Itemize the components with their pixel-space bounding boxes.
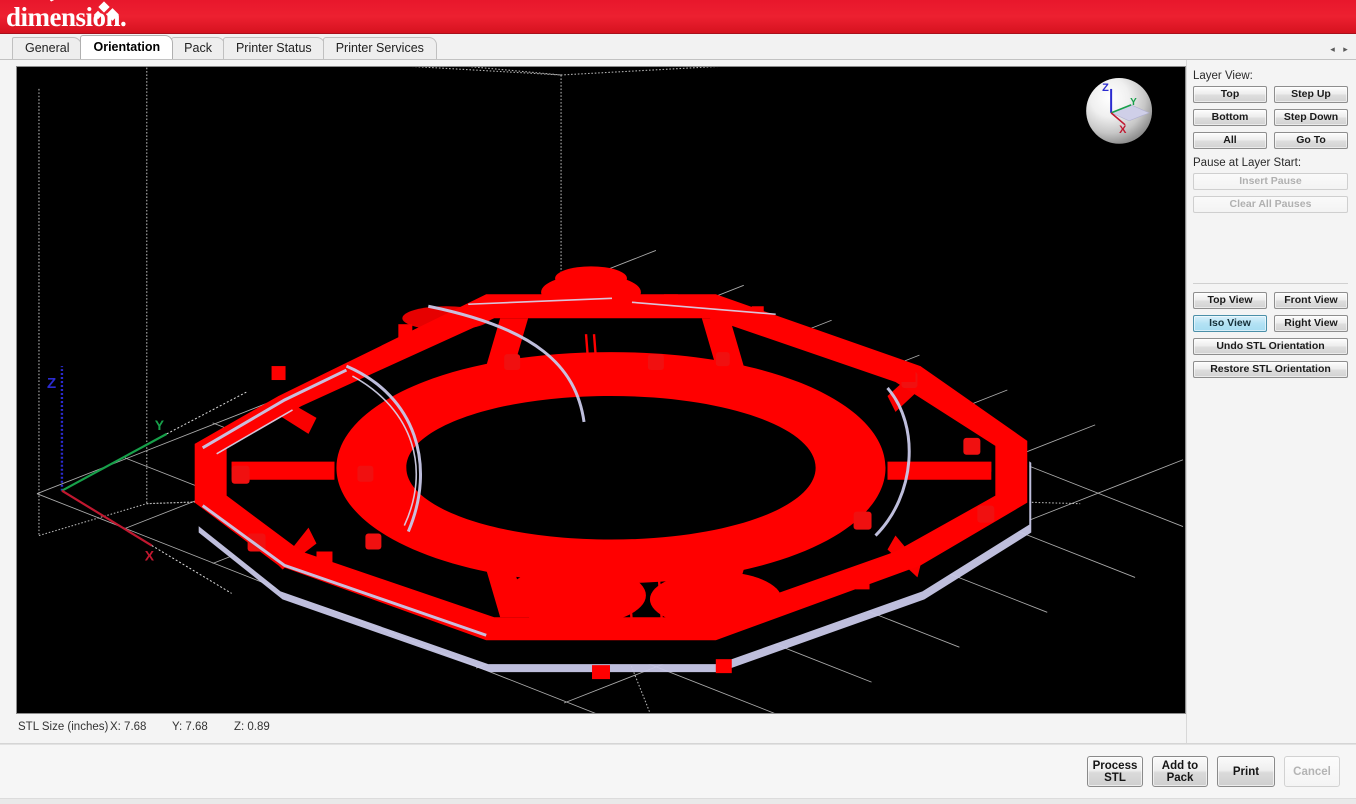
tab-printer-services[interactable]: Printer Services — [322, 37, 437, 59]
add-to-pack-line2: Pack — [1166, 771, 1194, 784]
process-stl-line2: STL — [1104, 771, 1126, 784]
tab-scroll-left-icon[interactable]: ◂ — [1328, 43, 1337, 55]
layer-bottom-button[interactable]: Bottom — [1193, 109, 1267, 126]
stl-3d-viewport[interactable]: Z Y X Z Y X — [16, 66, 1186, 714]
right-view-button[interactable]: Right View — [1274, 315, 1348, 332]
dimension-logo: dimension. — [4, 0, 154, 33]
main-content: Z Y X Z Y X STL Size (inches) X: 7.68 Y:… — [0, 60, 1356, 743]
layer-top-button[interactable]: Top — [1193, 86, 1267, 103]
undo-stl-orientation-button[interactable]: Undo STL Orientation — [1193, 338, 1348, 355]
process-stl-line1: Process — [1092, 759, 1138, 772]
layer-step-up-button[interactable]: Step Up — [1274, 86, 1348, 103]
stl-size-y: Y: 7.68 — [172, 721, 208, 733]
control-panel: Layer View: Top Step Up Bottom Step Down… — [1186, 60, 1356, 743]
view-preset-buttons: Top View Front View Iso View Right View … — [1193, 292, 1348, 378]
3d-scene-graphics: Z Y X Z Y X — [17, 67, 1185, 713]
svg-text:X: X — [145, 547, 155, 563]
svg-text:X: X — [1119, 124, 1127, 136]
svg-text:Z: Z — [47, 375, 56, 392]
layer-view-buttons: Top Step Up Bottom Step Down All Go To — [1193, 86, 1348, 149]
svg-text:Y: Y — [1130, 97, 1137, 108]
tab-scroll-controls: ◂ ▸ — [1328, 43, 1350, 55]
clear-all-pauses-button[interactable]: Clear All Pauses — [1193, 196, 1348, 213]
tab-orientation[interactable]: Orientation — [80, 35, 174, 59]
svg-text:Y: Y — [155, 417, 165, 433]
layer-view-label: Layer View: — [1193, 70, 1253, 82]
iso-view-button[interactable]: Iso View — [1193, 315, 1267, 332]
layer-go-to-button[interactable]: Go To — [1274, 132, 1348, 149]
pause-buttons: Insert Pause Clear All Pauses — [1193, 173, 1348, 213]
stl-size-label: STL Size (inches) — [18, 721, 109, 733]
window-bottom-strip — [0, 798, 1356, 804]
pause-at-layer-start-label: Pause at Layer Start: — [1193, 157, 1302, 169]
svg-text:Z: Z — [1102, 82, 1109, 94]
layer-step-down-button[interactable]: Step Down — [1274, 109, 1348, 126]
insert-pause-button[interactable]: Insert Pause — [1193, 173, 1348, 190]
stl-size-x: X: 7.68 — [110, 721, 147, 733]
process-stl-button[interactable]: Process STL — [1087, 756, 1143, 787]
front-view-button[interactable]: Front View — [1274, 292, 1348, 309]
tab-scroll-right-icon[interactable]: ▸ — [1341, 43, 1350, 55]
stl-size-z: Z: 0.89 — [234, 721, 270, 733]
navigation-ball: Z Y X — [1086, 77, 1153, 144]
brand-banner: dimension. — [0, 0, 1356, 34]
brand-name: dimension. — [6, 2, 127, 32]
tab-bar: General Orientation Pack Printer Status … — [0, 34, 1356, 60]
tab-pack[interactable]: Pack — [171, 37, 225, 59]
panel-spacer — [1193, 213, 1348, 277]
tab-printer-status[interactable]: Printer Status — [222, 37, 325, 59]
3d-scene: Z Y X Z Y X — [17, 67, 1185, 713]
action-bar: Process STL Add to Pack Print Cancel — [0, 744, 1356, 798]
add-to-pack-button[interactable]: Add to Pack — [1152, 756, 1208, 787]
top-view-button[interactable]: Top View — [1193, 292, 1267, 309]
application-window: dimension. General Orientation Pack Prin… — [0, 0, 1356, 804]
print-button[interactable]: Print — [1217, 756, 1275, 787]
layer-all-button[interactable]: All — [1193, 132, 1267, 149]
restore-stl-orientation-button[interactable]: Restore STL Orientation — [1193, 361, 1348, 378]
add-to-pack-line1: Add to — [1161, 759, 1199, 772]
tab-general[interactable]: General — [12, 37, 83, 59]
viewer-column: Z Y X Z Y X STL Size (inches) X: 7.68 Y:… — [0, 60, 1186, 743]
stl-size-status: STL Size (inches) X: 7.68 Y: 7.68 Z: 0.8… — [16, 721, 1186, 733]
cancel-button[interactable]: Cancel — [1284, 756, 1340, 787]
panel-divider — [1193, 283, 1348, 284]
